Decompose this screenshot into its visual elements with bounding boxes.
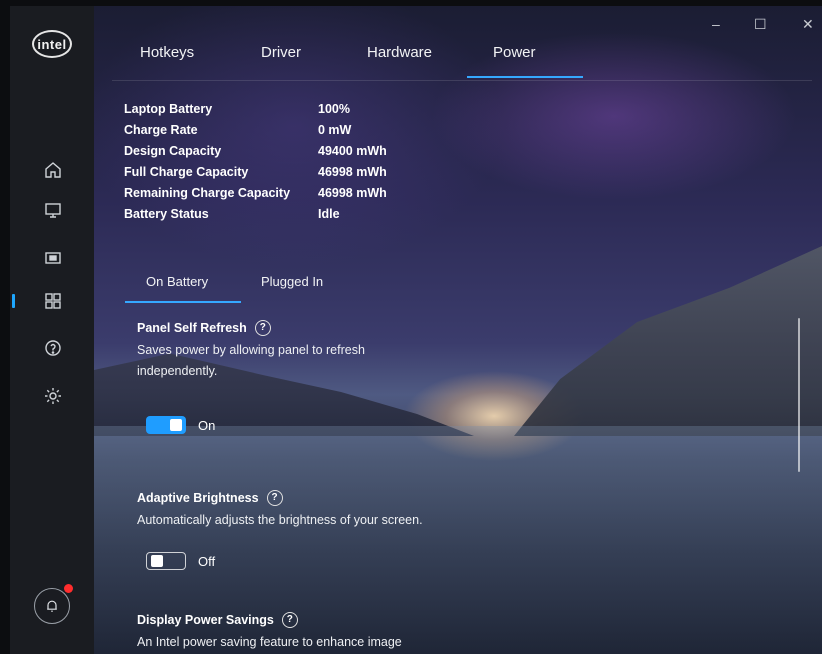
adaptive-brightness-setting: Adaptive Brightness ? Automatically adju… (137, 490, 497, 531)
display-icon[interactable] (43, 200, 63, 220)
toggle-state: On (198, 417, 216, 433)
help-icon[interactable] (43, 338, 63, 358)
info-value: 0 mW (318, 123, 352, 137)
tab-hardware[interactable]: Hardware (367, 44, 432, 61)
panel-self-refresh-toggle-row: On (146, 416, 215, 434)
tab-plugged-in[interactable]: Plugged In (261, 274, 323, 289)
info-value: 46998 mWh (318, 186, 387, 200)
main-tabs: Hotkeys Driver Hardware Power (112, 44, 812, 81)
tab-driver[interactable]: Driver (261, 44, 301, 61)
display-power-savings-setting: Display Power Savings ? An Intel power s… (137, 612, 497, 653)
info-value: 46998 mWh (318, 165, 387, 179)
active-tab-indicator (467, 76, 583, 78)
active-subtab-indicator (125, 301, 241, 303)
info-label: Design Capacity (124, 144, 222, 158)
gear-icon[interactable] (43, 386, 63, 406)
toggle-state: Off (198, 553, 216, 569)
tab-power[interactable]: Power (493, 44, 536, 61)
setting-description: An Intel power saving feature to enhance… (137, 635, 402, 649)
help-icon[interactable]: ? (281, 612, 298, 628)
help-icon[interactable]: ? (254, 320, 271, 336)
tab-on-battery[interactable]: On Battery (146, 274, 208, 289)
close-button[interactable]: ✕ (802, 16, 814, 33)
main-panel: – ☐ ✕ Hotkeys Driver Hardware Power Lapt… (94, 6, 822, 654)
sidebar: intel (10, 6, 94, 654)
info-value: 100% (318, 102, 350, 116)
app-window: intel – ☐ ✕ Hotkeys Driver Hardware Powe… (10, 6, 822, 654)
help-icon[interactable]: ? (266, 490, 283, 506)
adaptive-brightness-toggle-row: Off (146, 552, 215, 570)
panel-self-refresh-toggle[interactable] (146, 416, 186, 434)
notifications-button[interactable] (34, 588, 70, 624)
panel-self-refresh-setting: Panel Self Refresh ? Saves power by allo… (137, 320, 417, 382)
setting-description: Saves power by allowing panel to refresh… (137, 343, 365, 378)
info-label: Full Charge Capacity (124, 165, 249, 179)
intel-logo: intel (32, 30, 72, 58)
info-label: Remaining Charge Capacity (124, 186, 291, 200)
video-icon[interactable] (43, 248, 63, 268)
tab-hotkeys[interactable]: Hotkeys (140, 44, 194, 61)
bell-icon (47, 600, 57, 612)
setting-description: Automatically adjusts the brightness of … (137, 513, 423, 527)
home-icon[interactable] (43, 160, 63, 180)
background-mountain-right (514, 246, 822, 436)
minimize-button[interactable]: – (712, 16, 720, 32)
info-label: Battery Status (124, 207, 209, 221)
apps-icon[interactable] (43, 291, 63, 311)
adaptive-brightness-toggle[interactable] (146, 552, 186, 570)
setting-title: Display Power Savings (137, 613, 274, 627)
info-label: Laptop Battery (124, 102, 213, 116)
setting-title: Panel Self Refresh (137, 321, 247, 335)
notification-badge (64, 584, 73, 593)
active-indicator (12, 294, 15, 308)
maximize-button[interactable]: ☐ (754, 16, 767, 33)
info-value: 49400 mWh (318, 144, 387, 158)
info-label: Charge Rate (124, 123, 198, 137)
scrollbar[interactable] (798, 318, 800, 472)
setting-title: Adaptive Brightness (137, 491, 259, 505)
info-value: Idle (318, 207, 340, 221)
